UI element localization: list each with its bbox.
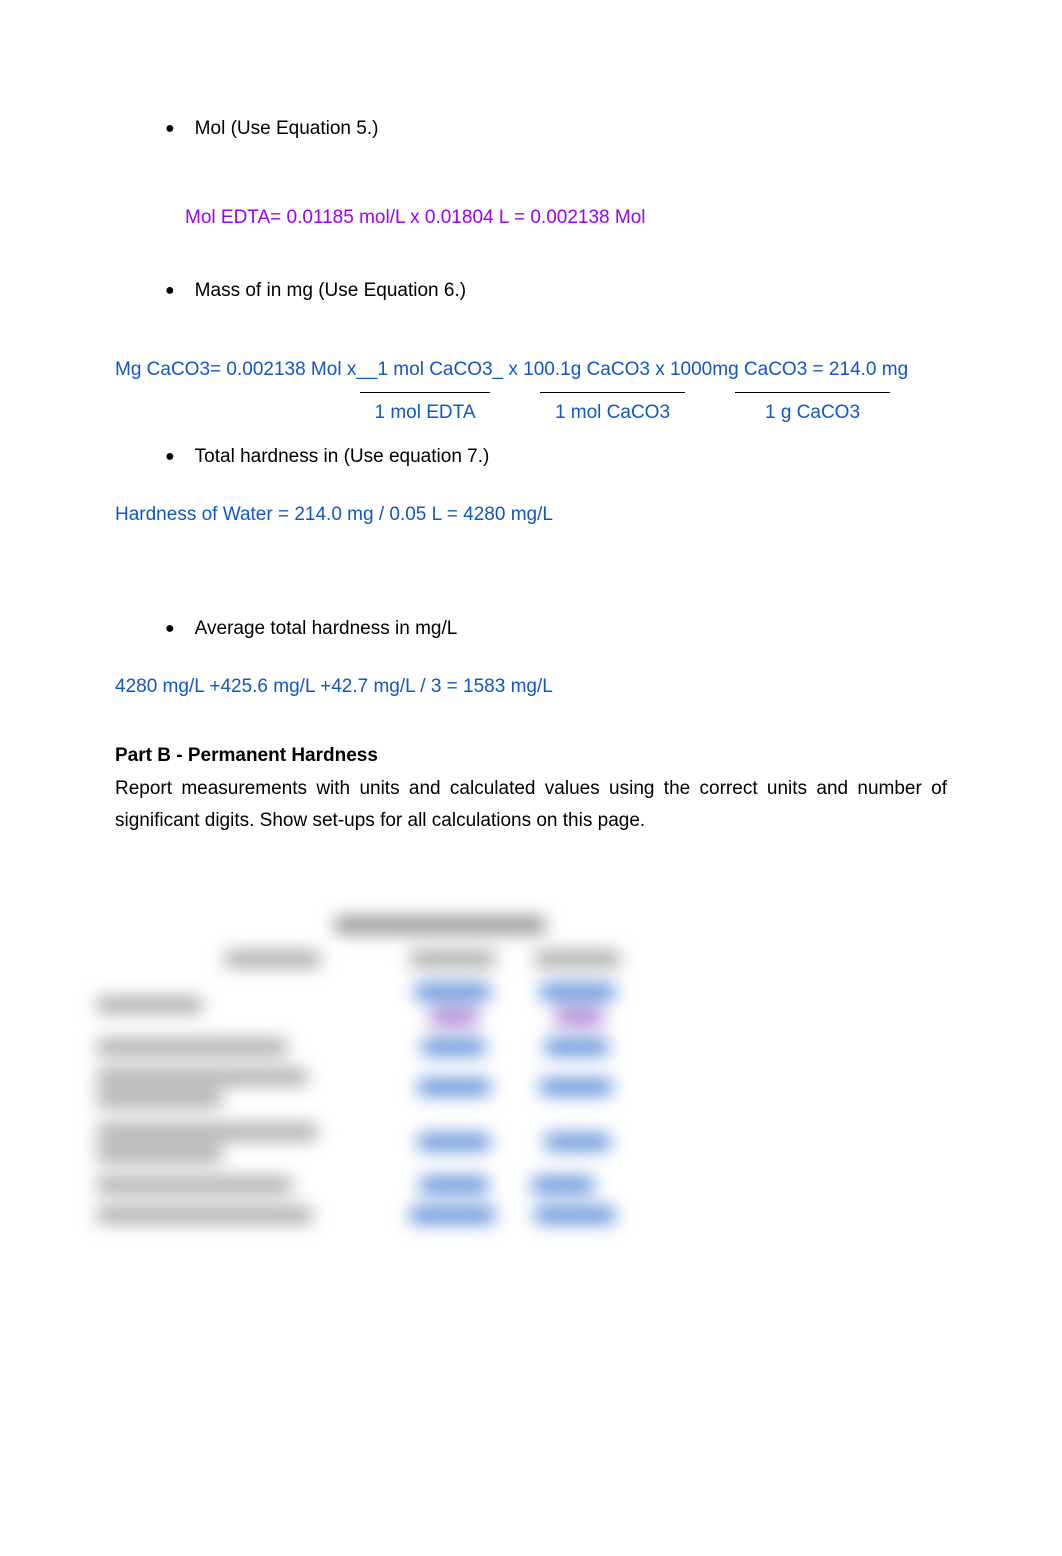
bullet-total-hardness-text: Total hardness in (Use equation 7.) xyxy=(195,443,490,472)
frac-3: 1 g CaCO3 xyxy=(735,392,890,428)
fraction-row: 1 mol EDTA 1 mol CaCO3 1 g CaCO3 xyxy=(360,392,947,428)
frac-2: 1 mol CaCO3 xyxy=(540,392,685,428)
calc-mg-caco3: Mg CaCO3= 0.002138 Mol x__1 mol CaCO3_ x… xyxy=(115,356,947,385)
part-b-description: Report measurements with units and calcu… xyxy=(115,773,947,838)
frac-line-3 xyxy=(735,392,890,393)
frac-line-2 xyxy=(540,392,685,393)
bullet-dot-icon: ● xyxy=(165,445,175,469)
bullet-dot-icon: ● xyxy=(165,617,175,641)
bullet-mol: ● Mol (Use Equation 5.) xyxy=(165,115,947,144)
part-b-heading: Part B - Permanent Hardness xyxy=(115,742,947,771)
blurred-table xyxy=(85,900,680,1300)
bullet-total-hardness: ● Total hardness in (Use equation 7.) xyxy=(165,443,947,472)
bullet-avg-hardness: ● Average total hardness in mg/L xyxy=(165,615,947,644)
calc-mol-edta: Mol EDTA= 0.01185 mol/L x 0.01804 L = 0.… xyxy=(185,204,947,233)
frac-2-denom: 1 mol CaCO3 xyxy=(555,399,670,428)
bullet-mass: ● Mass of in mg (Use Equation 6.) xyxy=(165,277,947,306)
calc-average: 4280 mg/L +425.6 mg/L +42.7 mg/L / 3 = 1… xyxy=(115,673,947,702)
bullet-dot-icon: ● xyxy=(165,117,175,141)
frac-3-denom: 1 g CaCO3 xyxy=(765,399,860,428)
bullet-mass-text: Mass of in mg (Use Equation 6.) xyxy=(195,277,466,306)
frac-line-1 xyxy=(360,392,490,393)
frac-1: 1 mol EDTA xyxy=(360,392,490,428)
calc-hardness: Hardness of Water = 214.0 mg / 0.05 L = … xyxy=(115,501,947,530)
frac-1-denom: 1 mol EDTA xyxy=(374,399,475,428)
bullet-mol-text: Mol (Use Equation 5.) xyxy=(195,115,379,144)
bullet-avg-hardness-text: Average total hardness in mg/L xyxy=(195,615,458,644)
bullet-dot-icon: ● xyxy=(165,279,175,303)
